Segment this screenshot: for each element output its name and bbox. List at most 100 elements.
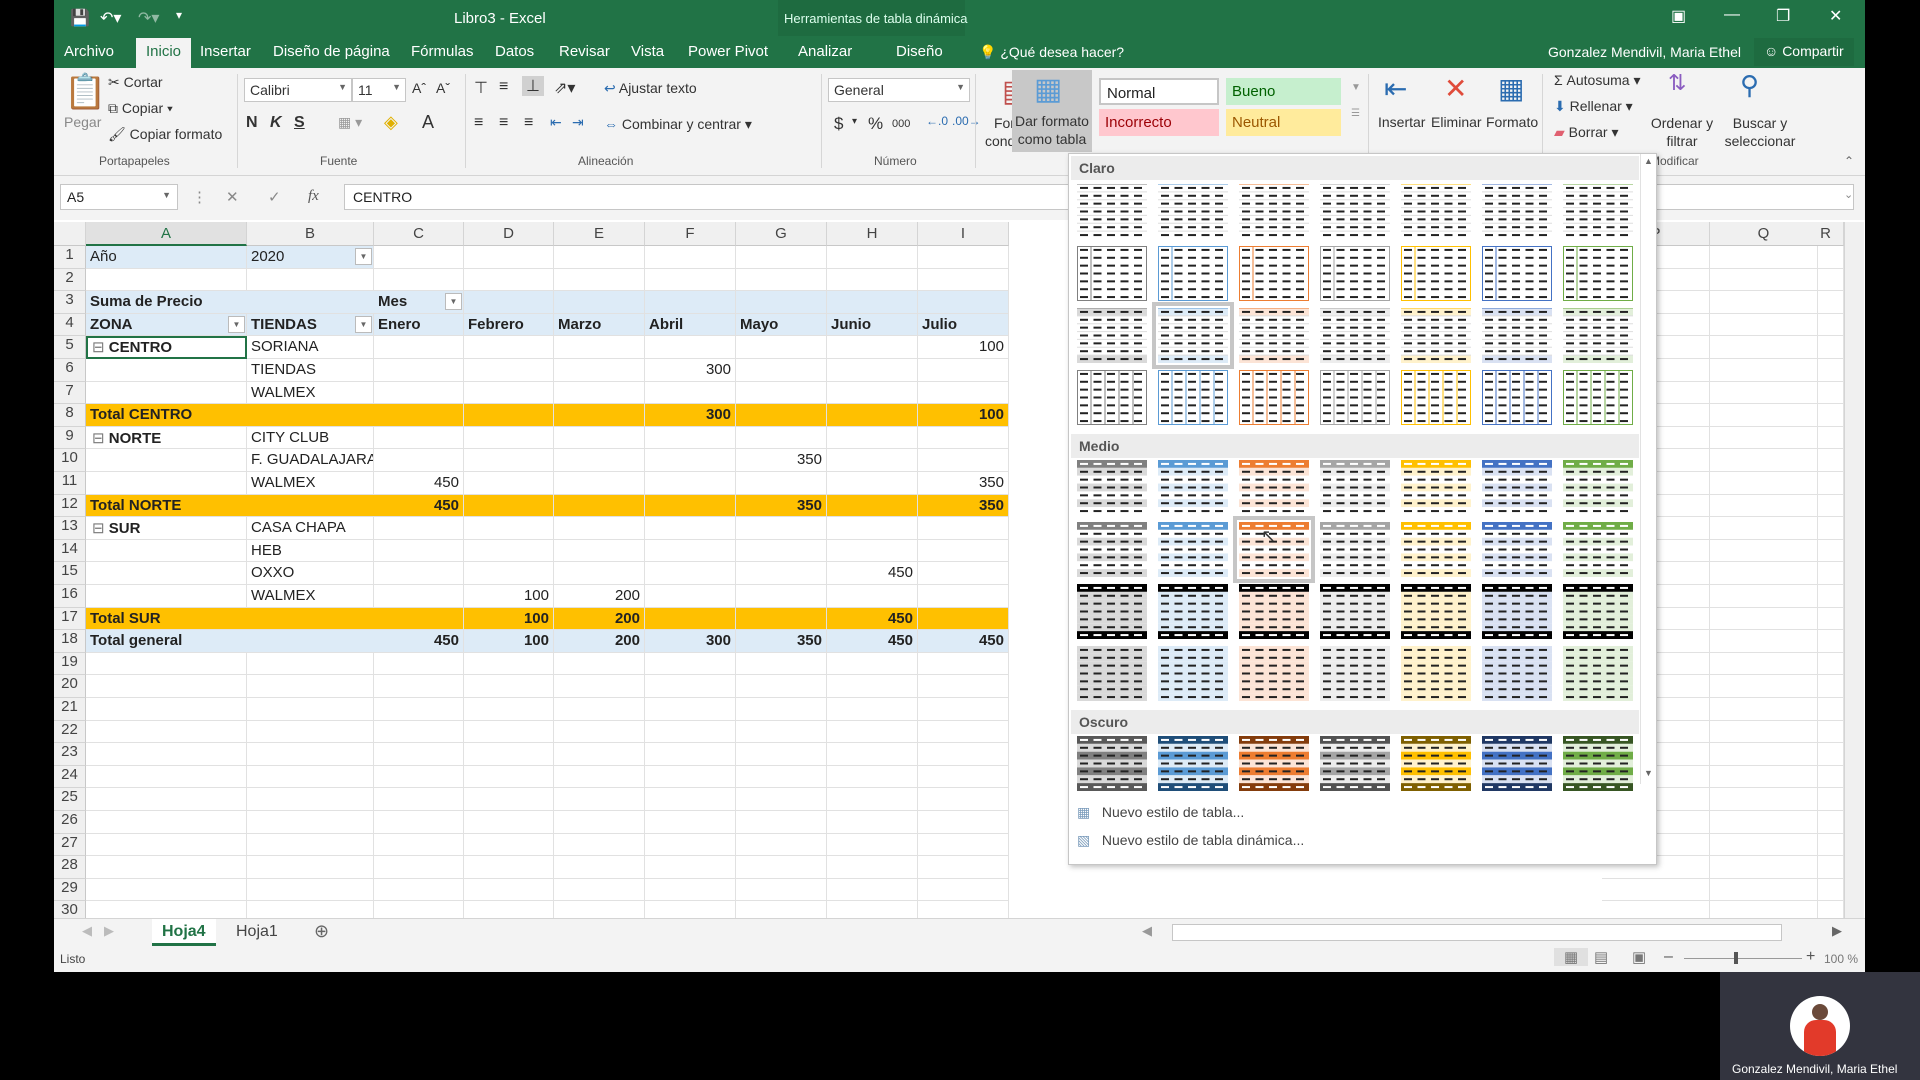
- table-style-thumbnail[interactable]: [1158, 370, 1228, 425]
- value-cell[interactable]: 450: [374, 472, 464, 495]
- cell[interactable]: [645, 585, 736, 608]
- zona-cell[interactable]: [86, 359, 247, 382]
- currency-dropdown-icon[interactable]: ▾: [852, 116, 857, 127]
- cell[interactable]: [1808, 652, 1844, 676]
- cell[interactable]: [1808, 630, 1844, 653]
- table-style-thumbnail[interactable]: [1482, 522, 1552, 577]
- page-layout-icon[interactable]: ▤: [1594, 948, 1608, 966]
- cell[interactable]: [374, 698, 464, 721]
- cell[interactable]: [1710, 336, 1818, 359]
- cell[interactable]: [464, 449, 554, 472]
- column-header-h[interactable]: H: [827, 222, 918, 246]
- cell[interactable]: [1710, 472, 1818, 495]
- table-style-thumbnail[interactable]: [1401, 736, 1471, 791]
- table-style-thumbnail[interactable]: [1320, 308, 1390, 363]
- ribbon-display-icon[interactable]: ▣: [1671, 6, 1686, 26]
- collapse-icon[interactable]: ⊟: [92, 430, 109, 447]
- row-header-17[interactable]: 17: [54, 607, 86, 631]
- cell[interactable]: [86, 743, 247, 766]
- tab-archivo[interactable]: Archivo: [64, 43, 114, 60]
- cell[interactable]: [918, 585, 1009, 608]
- zoom-in-icon[interactable]: +: [1806, 948, 1815, 966]
- table-style-thumbnail[interactable]: [1482, 460, 1552, 515]
- table-style-thumbnail[interactable]: [1482, 646, 1552, 701]
- cell[interactable]: [918, 720, 1009, 744]
- cell[interactable]: [1710, 539, 1818, 563]
- close-icon[interactable]: ✕: [1829, 6, 1842, 26]
- cell[interactable]: [464, 833, 554, 857]
- cell[interactable]: [736, 652, 827, 676]
- value-cell[interactable]: 350: [918, 472, 1009, 495]
- month-header[interactable]: Marzo: [554, 313, 645, 337]
- tab-formulas[interactable]: Fórmulas: [411, 43, 474, 60]
- cell[interactable]: [827, 856, 918, 879]
- style-neutral[interactable]: Neutral: [1226, 109, 1341, 136]
- cell[interactable]: [1808, 517, 1844, 540]
- customize-qat-icon[interactable]: ▾: [176, 8, 182, 22]
- align-bottom-icon[interactable]: ⊥: [522, 76, 544, 96]
- new-pivot-style-item[interactable]: ▧ Nuevo estilo de tabla dinámica...: [1077, 832, 1304, 849]
- cell[interactable]: [736, 788, 827, 811]
- cell[interactable]: [554, 720, 645, 744]
- zona-cell[interactable]: [86, 539, 247, 563]
- zona-cell[interactable]: [86, 472, 247, 495]
- value-cell[interactable]: 100: [918, 404, 1009, 427]
- cell[interactable]: [918, 449, 1009, 472]
- row-header-15[interactable]: 15: [54, 562, 86, 585]
- borders-icon[interactable]: ▦ ▾: [338, 114, 362, 131]
- thousands-button[interactable]: 000: [892, 118, 910, 130]
- cell[interactable]: [464, 856, 554, 879]
- cell[interactable]: [1808, 675, 1844, 698]
- decrease-indent-icon[interactable]: ⇤: [550, 114, 562, 131]
- cell[interactable]: [464, 517, 554, 540]
- table-style-thumbnail[interactable]: [1563, 370, 1633, 425]
- align-center-icon[interactable]: ≡: [499, 114, 508, 132]
- cell[interactable]: [645, 381, 736, 405]
- style-bueno[interactable]: Bueno: [1226, 78, 1341, 105]
- total-row-bg[interactable]: [645, 607, 736, 631]
- row-header-13[interactable]: 13: [54, 517, 86, 540]
- tienda-cell[interactable]: WALMEX: [247, 585, 374, 608]
- cell[interactable]: [645, 833, 736, 857]
- value-cell[interactable]: 200: [554, 585, 645, 608]
- cell[interactable]: [736, 585, 827, 608]
- fill-color-icon[interactable]: ◈: [384, 112, 398, 133]
- bold-button[interactable]: N: [246, 114, 258, 132]
- cell[interactable]: [1710, 698, 1818, 721]
- cell[interactable]: [736, 720, 827, 744]
- pivot-row-field-zona[interactable]: ZONA: [86, 313, 247, 337]
- cell[interactable]: [827, 381, 918, 405]
- value-cell[interactable]: 100: [464, 585, 554, 608]
- decrease-decimal-icon[interactable]: .00→: [952, 114, 981, 128]
- hscroll-left-icon[interactable]: ◀: [1132, 919, 1162, 946]
- row-header-9[interactable]: 9: [54, 426, 86, 450]
- cell[interactable]: [464, 698, 554, 721]
- cell[interactable]: [86, 856, 247, 879]
- table-style-thumbnail[interactable]: [1482, 584, 1552, 639]
- insert-cells-button[interactable]: Insertar: [1378, 114, 1425, 130]
- cell[interactable]: [1602, 878, 1710, 902]
- cell[interactable]: [827, 359, 918, 382]
- row-header-20[interactable]: 20: [54, 675, 86, 698]
- value-cell[interactable]: 200: [554, 630, 645, 653]
- cell[interactable]: [736, 268, 827, 292]
- cell[interactable]: [374, 878, 464, 902]
- cell[interactable]: [736, 811, 827, 834]
- cell[interactable]: [374, 833, 464, 857]
- cell[interactable]: [374, 720, 464, 744]
- cell[interactable]: [1808, 404, 1844, 427]
- fill-button[interactable]: ⬇ Rellenar ▾: [1554, 98, 1633, 115]
- cell[interactable]: [1808, 246, 1844, 269]
- delete-cells-button[interactable]: Eliminar: [1431, 114, 1482, 130]
- table-style-thumbnail[interactable]: [1077, 370, 1147, 425]
- horizontal-scrollbar[interactable]: [1172, 924, 1782, 941]
- minimize-icon[interactable]: —: [1724, 6, 1740, 24]
- sort-filter-icon[interactable]: ⇅: [1668, 70, 1686, 96]
- cell[interactable]: [554, 472, 645, 495]
- row-header-19[interactable]: 19: [54, 652, 86, 676]
- total-row-bg[interactable]: [736, 404, 827, 427]
- cell[interactable]: [827, 698, 918, 721]
- hscroll-right-icon[interactable]: ▶: [1822, 919, 1852, 946]
- cell[interactable]: [827, 268, 918, 292]
- cell[interactable]: [464, 539, 554, 563]
